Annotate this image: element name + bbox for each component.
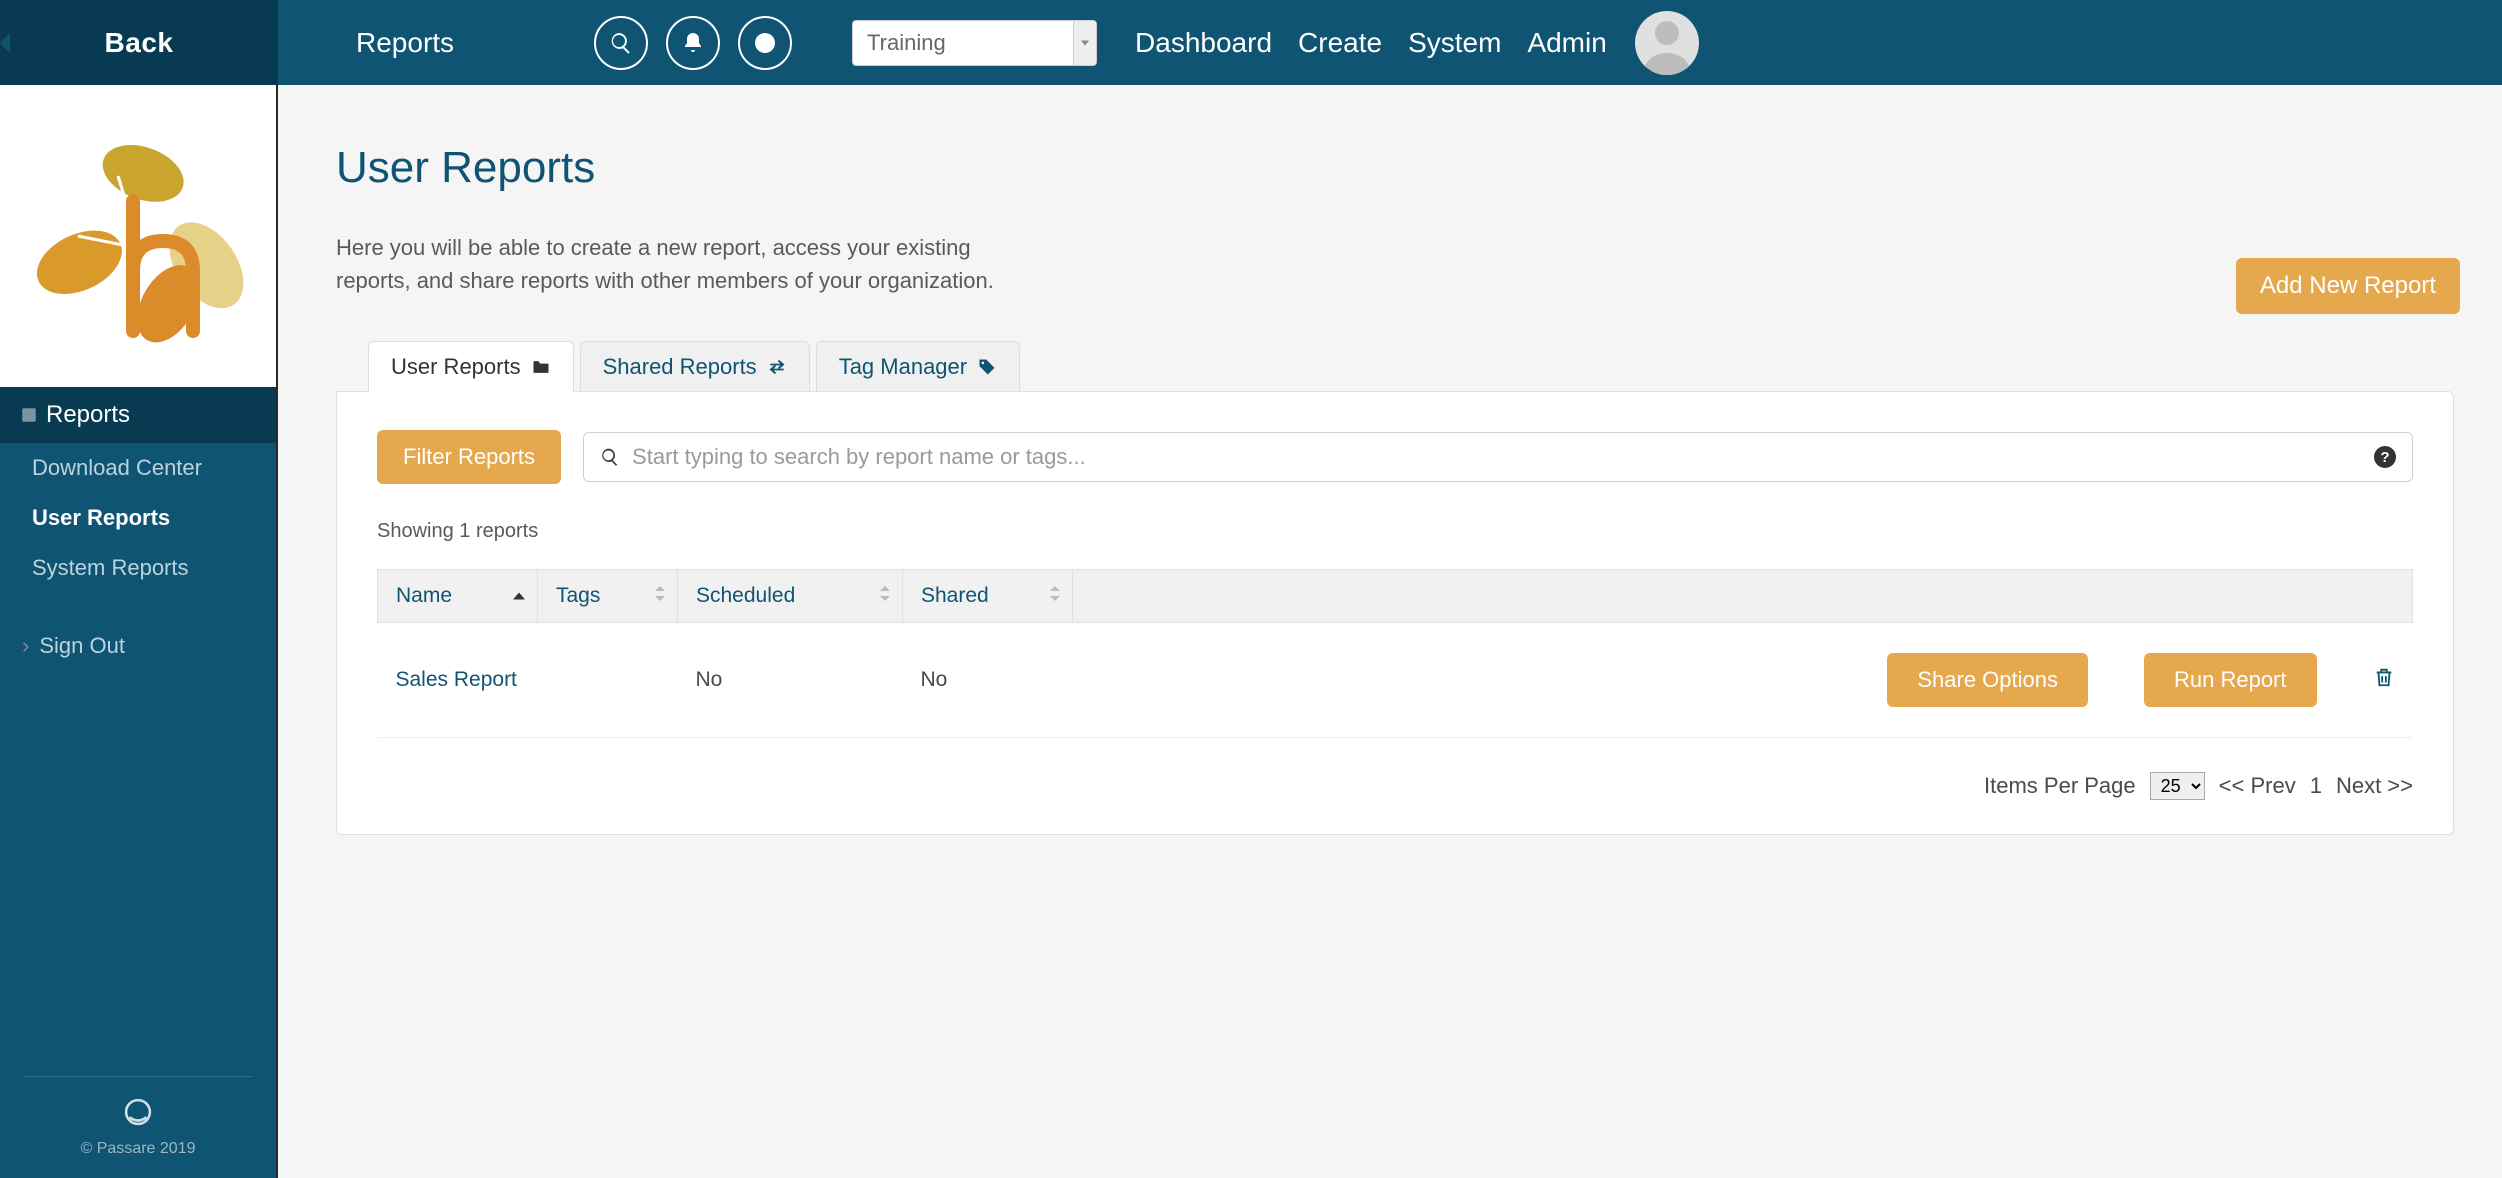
tabs: User Reports Shared Reports Tag Manager [368, 341, 2454, 392]
main-content: User Reports Here you will be able to cr… [278, 85, 2502, 1178]
reports-card: Filter Reports ? Showing 1 reports Name [336, 391, 2454, 835]
nav-system[interactable]: System [1408, 27, 1501, 59]
sidebar-footer: © Passare 2019 [0, 1058, 276, 1178]
header-icon-group [594, 16, 792, 70]
nav-create[interactable]: Create [1298, 27, 1382, 59]
environment-value: Training [867, 30, 946, 56]
sort-asc-icon [513, 593, 525, 600]
current-page: 1 [2310, 773, 2322, 799]
reports-table: Name Tags Scheduled [377, 569, 2413, 738]
avatar[interactable] [1635, 11, 1699, 75]
table-row: Sales Report No No Share Options Run Rep… [378, 623, 2413, 738]
report-name-link[interactable]: Sales Report [396, 668, 517, 691]
cell-scheduled: No [678, 623, 903, 738]
items-per-page-select[interactable]: 25 [2150, 772, 2205, 800]
divider [24, 1076, 252, 1077]
col-scheduled[interactable]: Scheduled [678, 570, 903, 623]
delete-icon[interactable] [2373, 665, 2395, 695]
clock-icon[interactable] [738, 16, 792, 70]
bell-icon[interactable] [666, 16, 720, 70]
search-icon[interactable] [594, 16, 648, 70]
search-field[interactable]: ? [583, 432, 2413, 482]
brand-logo [0, 85, 276, 387]
pagination: Items Per Page 25 << Prev 1 Next >> [377, 772, 2413, 800]
search-icon [600, 447, 620, 467]
share-options-button[interactable]: Share Options [1887, 653, 2088, 707]
tab-shared-reports[interactable]: Shared Reports [580, 341, 810, 392]
tab-label: Tag Manager [839, 354, 967, 380]
folder-icon [531, 357, 551, 377]
next-page[interactable]: Next >> [2336, 773, 2413, 799]
col-actions: . [1073, 570, 2413, 623]
help-icon[interactable]: ? [2374, 446, 2396, 468]
col-name[interactable]: Name [378, 570, 538, 623]
prev-page[interactable]: << Prev [2219, 773, 2296, 799]
environment-select[interactable]: Training [852, 20, 1097, 66]
copyright: © Passare 2019 [10, 1140, 266, 1158]
col-tags[interactable]: Tags [538, 570, 678, 623]
back-label: Back [105, 27, 174, 59]
chevron-down-icon [1081, 40, 1089, 45]
items-per-page-label: Items Per Page [1984, 773, 2136, 799]
topbar: Back Reports Training Dashboard Create S… [0, 0, 2502, 85]
sidebar-item-system-reports[interactable]: System Reports [0, 543, 276, 593]
tab-user-reports[interactable]: User Reports [368, 341, 574, 392]
search-input[interactable] [632, 444, 2362, 470]
report-icon [20, 406, 38, 424]
sidebar-section-reports[interactable]: Reports [0, 387, 276, 443]
filter-reports-button[interactable]: Filter Reports [377, 430, 561, 484]
back-button[interactable]: Back [0, 0, 278, 85]
exchange-icon [767, 357, 787, 377]
header-section-title: Reports [356, 27, 454, 59]
sidebar-signout[interactable]: Sign Out [0, 621, 276, 671]
top-nav: Dashboard Create System Admin [1135, 27, 1607, 59]
cell-shared: No [903, 623, 1073, 738]
sidebar-item-user-reports[interactable]: User Reports [0, 493, 276, 543]
sidebar: Reports Download Center User Reports Sys… [0, 85, 278, 1178]
showing-count: Showing 1 reports [377, 520, 2413, 543]
nav-dashboard[interactable]: Dashboard [1135, 27, 1272, 59]
col-shared[interactable]: Shared [903, 570, 1073, 623]
passare-logo-icon [121, 1095, 155, 1129]
tab-label: User Reports [391, 354, 521, 380]
sidebar-item-download-center[interactable]: Download Center [0, 443, 276, 493]
signout-label: Sign Out [39, 633, 125, 659]
page-title: User Reports [336, 143, 2454, 193]
tab-tag-manager[interactable]: Tag Manager [816, 341, 1020, 392]
run-report-button[interactable]: Run Report [2144, 653, 2317, 707]
page-description: Here you will be able to create a new re… [336, 231, 1036, 297]
nav-admin[interactable]: Admin [1527, 27, 1606, 59]
cell-tags [538, 623, 678, 738]
add-new-report-button[interactable]: Add New Report [2236, 258, 2460, 314]
tag-icon [977, 357, 997, 377]
sidebar-section-label: Reports [46, 401, 130, 429]
tab-label: Shared Reports [603, 354, 757, 380]
